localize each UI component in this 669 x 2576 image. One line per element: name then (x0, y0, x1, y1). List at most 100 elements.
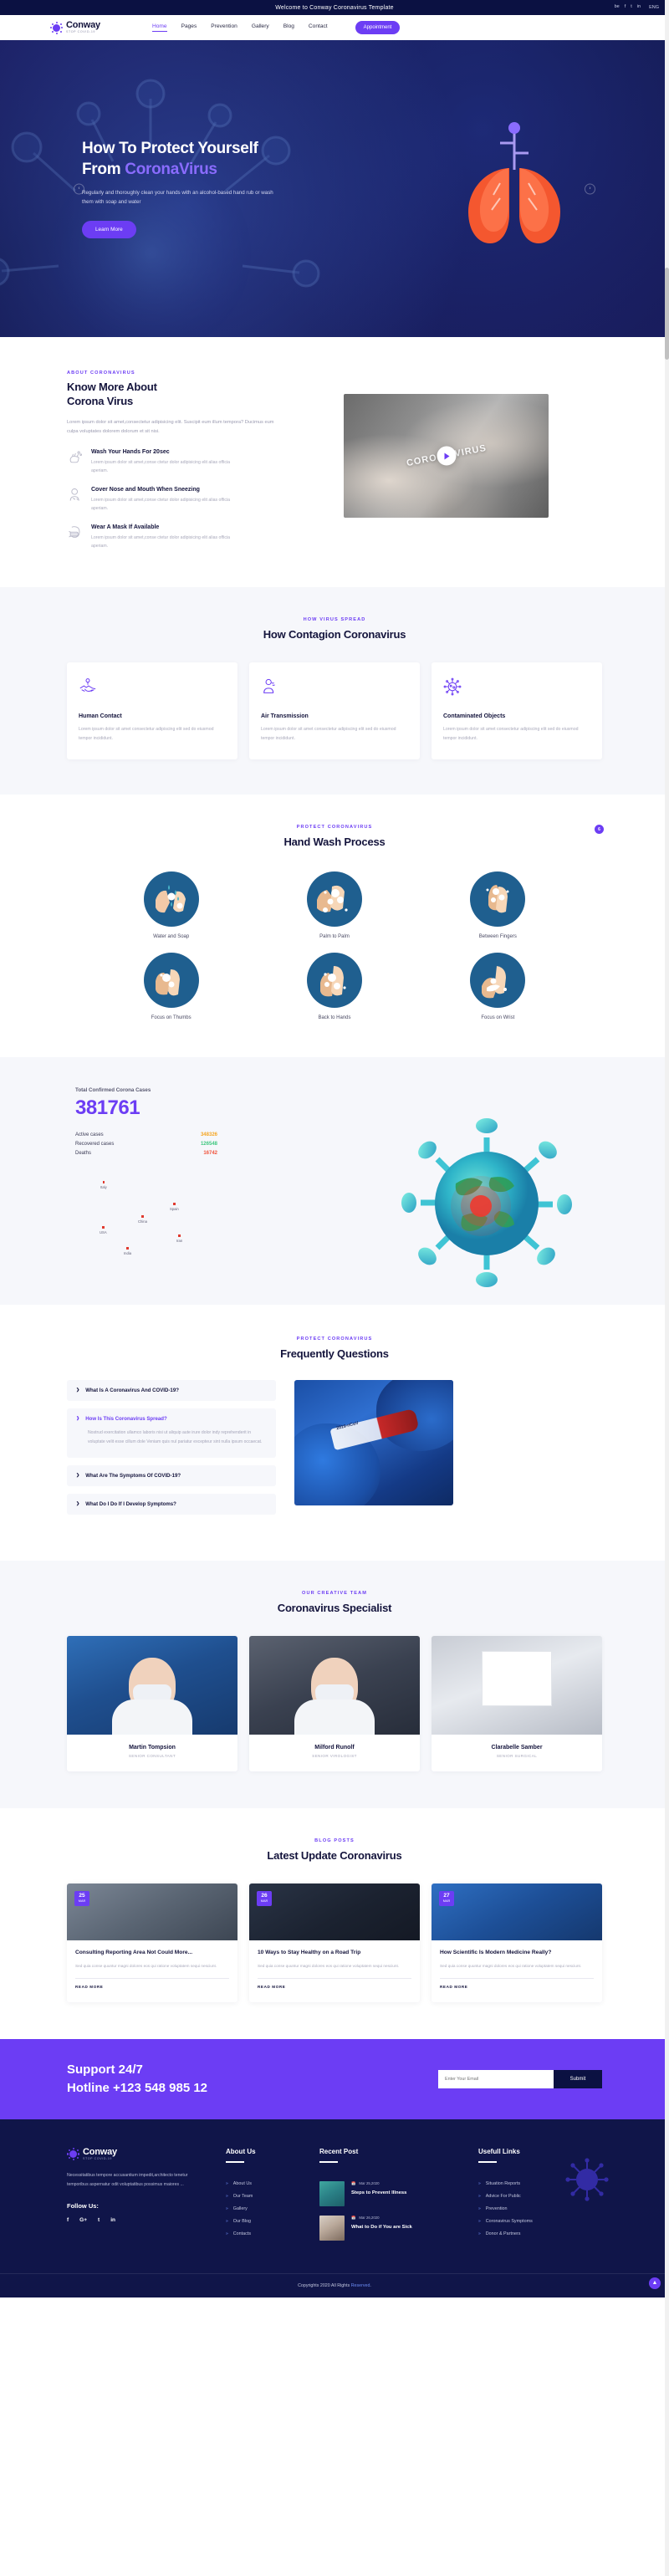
nav-item-home[interactable]: Home (151, 23, 167, 32)
page-scrollbar[interactable] (665, 0, 669, 2576)
about-label: ABOUT CORONAVIRUS (67, 371, 135, 376)
wash-hands-icon (69, 451, 82, 463)
blog-post-card[interactable]: 25 MAR Consulting Reporting Area Not Cou… (67, 1883, 237, 2003)
contagion-card[interactable]: Human Contact Lorem ipsum dolor sit amet… (67, 662, 237, 760)
facebook-icon[interactable]: f (625, 5, 626, 10)
faq-question-text: What Is A Coronavirus And COVID-19? (85, 1387, 179, 1393)
appointment-button[interactable]: Appointment (355, 21, 401, 34)
faq-question[interactable]: ❱ How Is This Coronavirus Spread? (76, 1416, 267, 1422)
world-map-markers: Italy Spain China USA Iran India (75, 1171, 318, 1271)
nav-item-prevention[interactable]: Prevention (211, 23, 237, 32)
hero-prev-arrow[interactable]: ‹ (74, 183, 84, 194)
map-marker-spain[interactable]: Spain (170, 1203, 179, 1211)
footer-link-our-team[interactable]: » Our Team (226, 2194, 319, 2199)
video-play-button[interactable] (437, 446, 456, 466)
faq-item[interactable]: ❱ How Is This Coronavirus Spread? Nostru… (67, 1408, 276, 1459)
language-selector[interactable]: ENG (649, 5, 659, 10)
blog-post-card[interactable]: 27 MAR How Scientific Is Modern Medicine… (432, 1883, 602, 2003)
feature-text: Lorem ipsum dolor sit amet,conse ctetur … (91, 535, 230, 549)
footer-recent-post[interactable]: 📅 Mar 26,2020 What to Do if You are Sick (319, 2215, 478, 2241)
footer-logo[interactable]: Conway STOP COVID-19 (67, 2147, 226, 2161)
post-month: MAR (442, 1899, 451, 1903)
faq-item[interactable]: ❯ What Are The Symptoms Of COVID-19? (67, 1465, 276, 1487)
faq-question[interactable]: ❯ What Are The Symptoms Of COVID-19? (76, 1473, 267, 1479)
linkedin-icon[interactable]: in (110, 2217, 115, 2223)
calendar-icon: 📅 (351, 2180, 356, 2185)
footer-bottom-bar: Copyrights 2020 All Rights Reserved. (0, 2272, 669, 2297)
card-text: Lorem ipsum dolor sit amet consectetur a… (443, 727, 579, 741)
footer-link-gallery[interactable]: » Gallery (226, 2206, 319, 2211)
about-feature-item: Wear A Mask If Available Lorem ipsum dol… (67, 524, 322, 550)
handwash-step-image (470, 871, 526, 928)
map-marker-india[interactable]: India (124, 1247, 131, 1255)
team-member-card[interactable]: Clarabelle Samber SENIOR SURGICAL (432, 1636, 602, 1772)
map-marker-china[interactable]: China (138, 1215, 147, 1224)
blog-post-card[interactable]: 26 MAR 10 Ways to Stay Healthy on a Road… (249, 1883, 420, 2003)
hero-subtitle: Regularly and thoroughly clean your hand… (82, 189, 273, 206)
linkedin-icon[interactable]: in (637, 5, 641, 10)
twitter-icon[interactable]: t (631, 5, 632, 10)
map-marker-italy[interactable]: Italy (100, 1181, 107, 1189)
team-member-card[interactable]: Milford Runolf SENIOR VIROLOGIST (249, 1636, 420, 1772)
contagion-card[interactable]: Contaminated Objects Lorem ipsum dolor s… (432, 662, 602, 760)
virus-icon (443, 677, 462, 696)
feature-title: Wear A Mask If Available (91, 524, 160, 531)
hero-learn-more-button[interactable]: Learn More (82, 220, 136, 238)
footer-link-donor-partners[interactable]: » Donor & Partners (478, 2231, 602, 2236)
handwash-title: Hand Wash Process (283, 836, 386, 849)
scrollbar-thumb[interactable] (665, 268, 669, 360)
back-to-top-button[interactable]: ▲ (649, 2277, 661, 2289)
twitter-icon[interactable]: t (98, 2217, 100, 2223)
google-plus-icon[interactable]: G+ (79, 2217, 87, 2223)
read-more-link[interactable]: READ MORE (75, 1978, 229, 1989)
chevron-double-icon: » (226, 2205, 228, 2211)
footer-brand-tagline: STOP COVID-19 (83, 2156, 113, 2160)
site-logo[interactable]: Conway STOP COVID-19 (50, 21, 100, 34)
step-caption: Water and Soap (153, 934, 190, 940)
stats-label: Recovered cases (75, 1141, 115, 1147)
map-marker-usa[interactable]: USA (100, 1226, 107, 1234)
step-caption: Palm to Palm (319, 934, 350, 940)
faq-question[interactable]: ❯ What Do I Do If I Develop Symptoms? (76, 1501, 267, 1507)
footer-link-coronavirus-symptoms[interactable]: » Coronavirus Symptoms (478, 2219, 602, 2224)
hero-next-arrow[interactable]: › (585, 183, 595, 194)
team-member-photo (67, 1636, 237, 1735)
handwash-step: 2 Palm to Palm (263, 824, 605, 940)
contagion-section: HOW VIRUS SPREAD How Contagion Coronavir… (0, 587, 669, 795)
palm-to-palm-icon (316, 885, 348, 913)
blog-section: BLOG POSTS Latest Update Coronavirus 25 … (0, 1808, 669, 2040)
about-feature-item: Cover Nose and Mouth When Sneezing Lorem… (67, 487, 322, 513)
footer-link-about-us[interactable]: » About Us (226, 2181, 319, 2186)
nav-item-gallery[interactable]: Gallery (252, 23, 269, 32)
stats-label: Active cases (75, 1132, 104, 1137)
team-member-card[interactable]: Martin Tompsion SENIOR CONSULTANT (67, 1636, 237, 1772)
contagion-card[interactable]: Air Transmission Lorem ipsum dolor sit a… (249, 662, 420, 760)
submit-button[interactable]: Submit (554, 2069, 602, 2088)
footer-link-contacts[interactable]: » Contacts (226, 2231, 319, 2236)
blog-post-image: 25 MAR (67, 1883, 237, 1941)
card-text: Lorem ipsum dolor sit amet consectetur a… (261, 727, 396, 741)
email-input[interactable] (438, 2069, 554, 2088)
about-title: Know More About Corona Virus (67, 381, 322, 409)
faq-item[interactable]: ❯ What Do I Do If I Develop Symptoms? (67, 1494, 276, 1515)
stats-value: 16742 (203, 1150, 217, 1156)
nav-item-blog[interactable]: Blog (283, 23, 294, 32)
footer-recent-post[interactable]: 📅 Mar 25,2020 Steps to Prevent Illness (319, 2180, 478, 2206)
faq-item[interactable]: ❯ What Is A Coronavirus And COVID-19? (67, 1379, 276, 1401)
handwash-label: PROTECT CORONAVIRUS (296, 825, 373, 831)
team-member-role: SENIOR CONSULTANT (128, 1754, 176, 1759)
nav-item-pages[interactable]: Pages (181, 23, 197, 32)
facebook-icon[interactable]: f (67, 2217, 69, 2223)
footer-link-prevention[interactable]: » Prevention (478, 2206, 602, 2211)
read-more-link[interactable]: READ MORE (440, 1978, 594, 1989)
read-more-link[interactable]: READ MORE (258, 1978, 411, 1989)
footer-link-our-blog[interactable]: » Our Blog (226, 2219, 319, 2224)
chevron-right-icon: ❯ (76, 1387, 80, 1393)
map-marker-iran[interactable]: Iran (176, 1234, 182, 1243)
reserved-link[interactable]: Reserved (351, 2283, 370, 2288)
card-title: Air Transmission (261, 713, 309, 720)
nav-item-contact[interactable]: Contact (309, 23, 328, 32)
blog-post-image: 27 MAR (432, 1883, 602, 1941)
behance-icon[interactable]: be (615, 5, 620, 10)
faq-question[interactable]: ❯ What Is A Coronavirus And COVID-19? (76, 1388, 267, 1393)
